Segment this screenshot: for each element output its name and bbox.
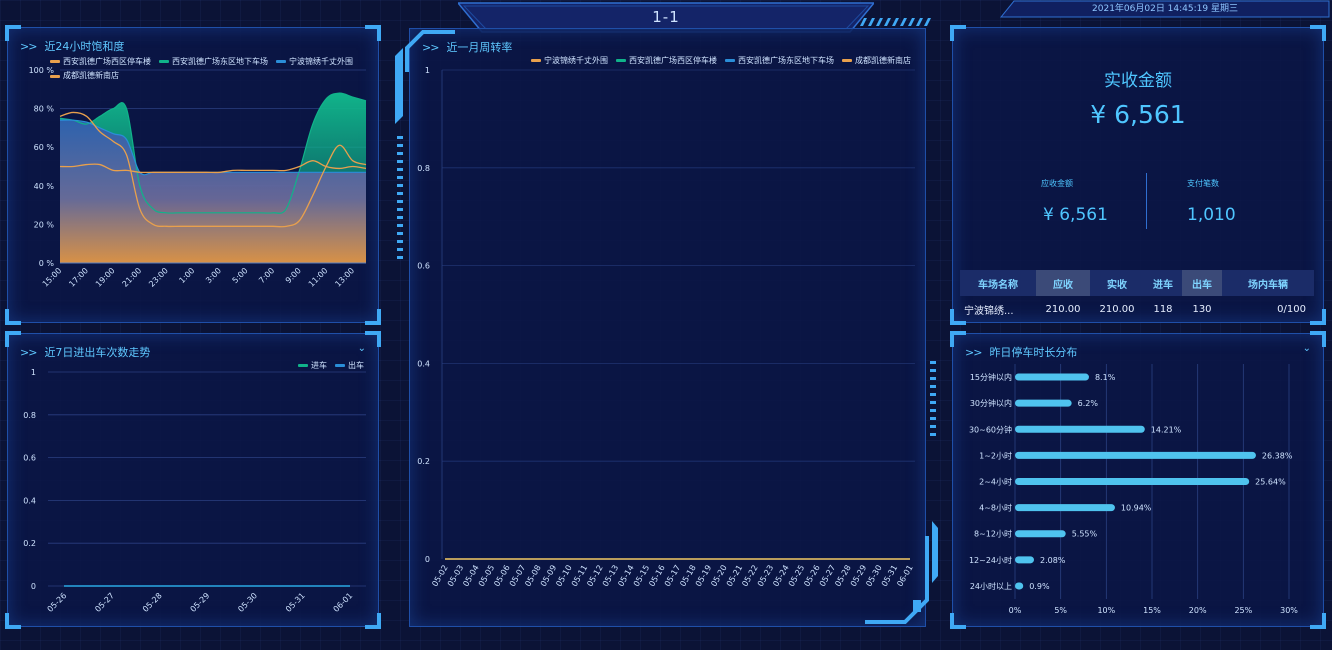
- x-tick-label: 05-28: [141, 591, 164, 614]
- category-label: 24小时以上: [970, 581, 1012, 591]
- y-tick-label: 0.4: [23, 496, 36, 505]
- col-header: 进车: [1144, 270, 1182, 296]
- data-label: 25.64%: [1255, 478, 1286, 487]
- x-tick-label: 23:00: [147, 266, 170, 289]
- cell-actual: 210.00: [1099, 303, 1135, 315]
- cell-park-name: 宁波锦绣...: [964, 305, 1014, 317]
- category-label: 1~2小时: [979, 450, 1012, 460]
- center-frame-decoration: [395, 30, 938, 624]
- col-header: 场内车辆: [1222, 270, 1314, 296]
- category-label: 8~12小时: [974, 529, 1012, 539]
- category-label: 30~60分钟: [969, 424, 1012, 434]
- x-tick-label: 10%: [1097, 606, 1115, 615]
- payments-value: 1,010: [1187, 205, 1236, 225]
- bar: [1015, 582, 1024, 590]
- col-header: 车场名称: [960, 270, 1036, 296]
- x-tick-label: 05-27: [93, 591, 116, 614]
- col-header: 应收: [1036, 270, 1090, 296]
- data-label: 10.94%: [1121, 504, 1152, 513]
- x-tick-label: 7:00: [257, 266, 276, 285]
- y-tick-label: 0.6: [23, 454, 36, 463]
- cell-occupancy: 0/100: [1277, 303, 1306, 315]
- cell-out: 130: [1192, 303, 1212, 315]
- bar: [1015, 530, 1066, 538]
- table-row[interactable]: 宁波锦绣... 210.00 210.00 118 130 0/100: [960, 296, 1314, 322]
- x-tick-label: 05-31: [284, 591, 307, 614]
- panel-trend: >> 近7日进出车次数走势 ⌄ 进车 出车 0 0.2 0.4 0.6 0.8 1 05-26 0…: [5, 331, 381, 629]
- x-tick-label: 06-01: [332, 591, 355, 614]
- y-tick-label: 40 %: [34, 182, 55, 191]
- parking-table: 车场名称 应收 实收 进车 出车 场内车辆 宁波锦绣... 210.00 210…: [960, 270, 1314, 322]
- category-label: 15分钟以内: [970, 372, 1012, 382]
- payments-label: 支付笔数: [1187, 179, 1219, 188]
- cell-receivable: 210.00: [1045, 303, 1081, 315]
- panel-saturation: >> 近24小时饱和度 西安凯德广场西区停车楼 西安凯德广场东区地下车场 宁波锦绣千丈…: [5, 25, 381, 325]
- data-label: 0.9%: [1029, 582, 1050, 591]
- duration-chart: 0% 5% 10% 15% 20% 25% 30% 15分钟以内 8.1% 30分钟以内 6.2% 3…: [969, 364, 1298, 615]
- x-tick-label: 5:00: [231, 266, 250, 285]
- category-label: 2~4小时: [979, 477, 1012, 487]
- trend-chart: 0 0.2 0.4 0.6 0.8 1 05-26 05-27 05-28 05-29 05-30 0…: [23, 368, 366, 614]
- bar: [1015, 478, 1250, 485]
- x-tick-label: 30%: [1280, 606, 1298, 615]
- receivable-label: 应收金额: [1041, 179, 1073, 188]
- x-tick-label: 0%: [1009, 606, 1022, 615]
- x-tick-label: 05-30: [236, 591, 259, 614]
- bar: [1015, 451, 1256, 459]
- y-tick-label: 0.8: [23, 411, 36, 420]
- cell-in: 118: [1153, 303, 1173, 315]
- x-tick-label: 21:00: [121, 266, 144, 289]
- datetime-display: 2021年06月02日 14:45:19 星期三: [1092, 4, 1238, 14]
- x-tick-label: 05-26: [46, 591, 69, 614]
- saturation-chart: 0 %20 %40 %60 %80 %100 %15:00 17:00 19:00 2…: [29, 66, 367, 289]
- x-tick-label: 25%: [1234, 606, 1252, 615]
- x-tick-label: 9:00: [284, 266, 303, 285]
- category-label: 30分钟以内: [970, 398, 1012, 408]
- data-label: 14.21%: [1151, 425, 1182, 434]
- x-tick-label: 3:00: [204, 266, 223, 285]
- data-label: 26.38%: [1262, 451, 1293, 460]
- y-tick-label: 0: [31, 582, 36, 591]
- x-tick-label: 5%: [1054, 606, 1067, 615]
- x-tick-label: 15%: [1143, 606, 1161, 615]
- y-tick-label: 100 %: [29, 66, 55, 75]
- y-tick-label: 0.2: [23, 539, 36, 548]
- bar: [1015, 556, 1034, 564]
- data-label: 5.55%: [1072, 530, 1098, 539]
- panel-revenue: 实收金额 ¥ 6,561 应收金额 ¥ 6,561 支付笔数 1,010 车场名…: [950, 25, 1326, 325]
- category-label: 4~8小时: [979, 503, 1012, 513]
- y-tick-label: 20 %: [34, 220, 55, 229]
- x-tick-label: 1:00: [177, 266, 196, 285]
- bar: [1015, 373, 1089, 381]
- col-header: 出车: [1182, 270, 1222, 296]
- x-tick-label: 05-29: [189, 591, 212, 614]
- y-tick-label: 60 %: [34, 143, 55, 152]
- y-tick-label: 1: [31, 368, 36, 377]
- x-tick-label: 15:00: [41, 266, 64, 289]
- x-tick-label: 19:00: [94, 266, 117, 289]
- y-tick-label: 80 %: [34, 105, 55, 114]
- bar: [1015, 504, 1115, 512]
- panel-duration: >> 昨日停车时长分布 ⌄ 0% 5% 10% 15% 20% 25% 30% 15分钟以内 8.…: [950, 331, 1326, 629]
- col-header: 实收: [1090, 270, 1144, 296]
- bar: [1015, 399, 1072, 407]
- data-label: 8.1%: [1095, 373, 1116, 382]
- actual-amount-value: ¥ 6,561: [1090, 100, 1186, 129]
- x-tick-label: 20%: [1189, 606, 1207, 615]
- actual-amount-label: 实收金额: [1104, 71, 1172, 91]
- category-label: 12~24小时: [969, 555, 1012, 565]
- x-tick-label: 13:00: [333, 266, 356, 289]
- x-tick-label: 11:00: [307, 266, 330, 289]
- receivable-value: ¥ 6,561: [1043, 205, 1108, 225]
- x-tick-label: 17:00: [67, 266, 90, 289]
- data-label: 6.2%: [1078, 399, 1099, 408]
- table-header-row: 车场名称 应收 实收 进车 出车 场内车辆: [960, 270, 1314, 296]
- bar: [1015, 425, 1145, 433]
- y-tick-label: 0 %: [39, 259, 55, 268]
- data-label: 2.08%: [1040, 556, 1066, 565]
- divider: [1146, 173, 1147, 229]
